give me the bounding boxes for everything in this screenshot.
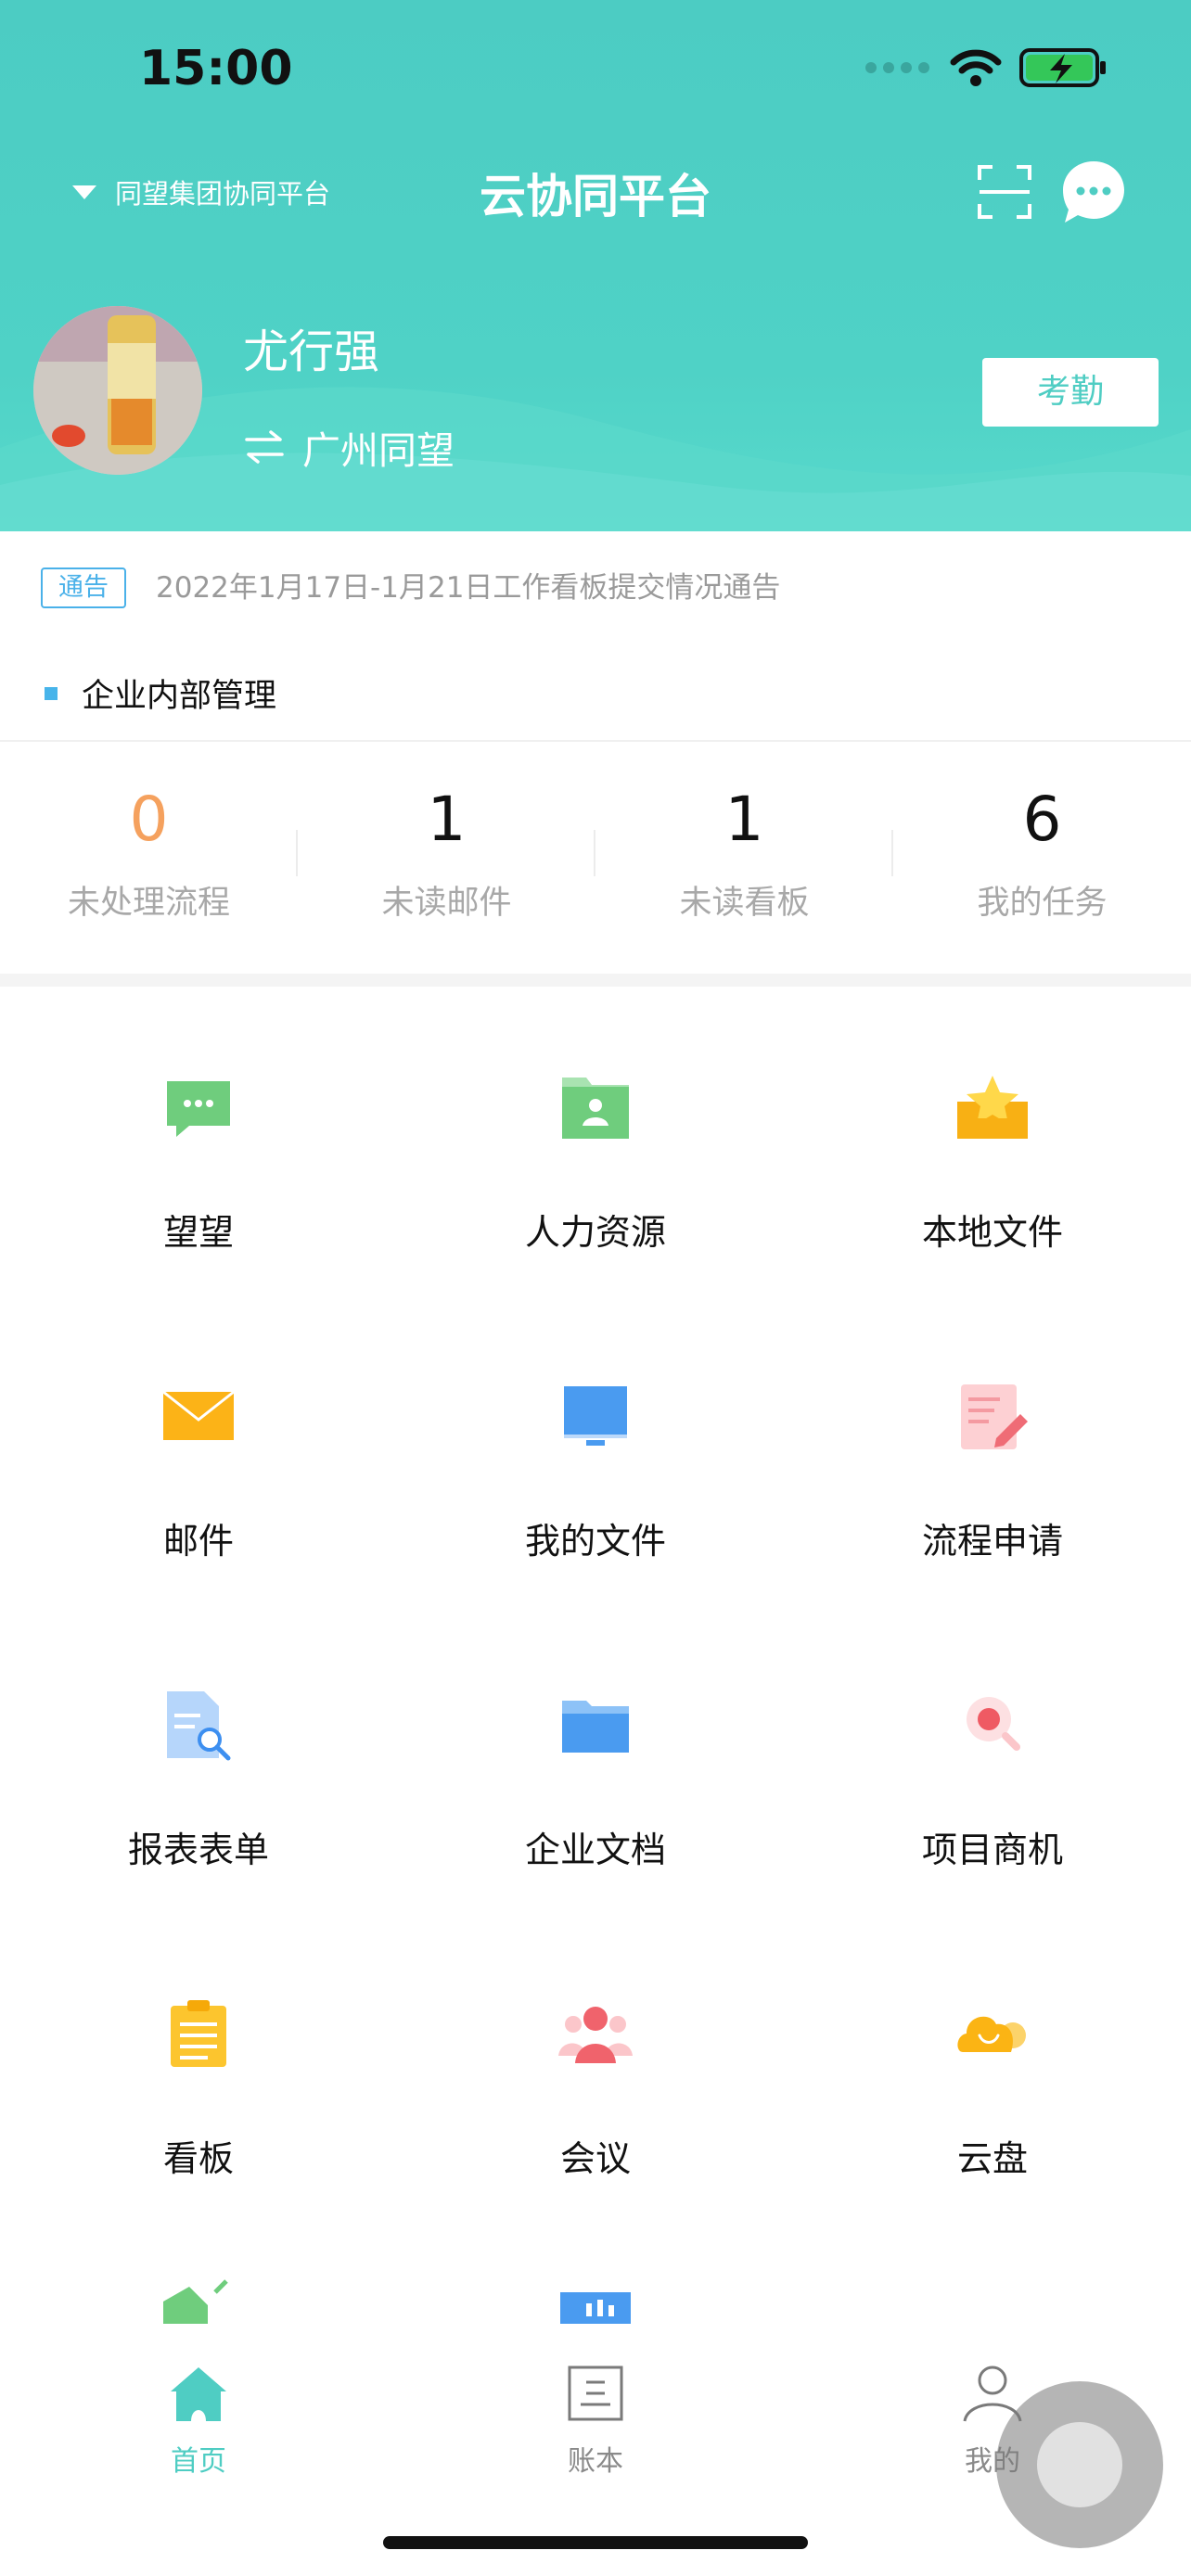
star-box-icon — [957, 1076, 1028, 1139]
app-label: 会议 — [559, 2138, 631, 2179]
company-name: 广州同望 — [302, 428, 455, 473]
app-wangwang[interactable]: 望望 — [0, 987, 397, 1293]
user-name: 尤行强 — [243, 325, 380, 378]
tab-label: 首页 — [171, 2445, 226, 2478]
app-label: 项目商机 — [921, 1830, 1063, 1870]
stat-value: 1 — [724, 784, 764, 855]
app-partial-middle[interactable] — [397, 2222, 794, 2342]
monitor-icon — [564, 1386, 627, 1446]
app-mail[interactable]: 邮件 — [0, 1295, 397, 1601]
folder-icon — [562, 1701, 629, 1753]
notice-text[interactable]: 2022年1月17日-1月21日工作看板提交情况通告 — [156, 567, 780, 608]
app-label: 流程申请 — [921, 1521, 1063, 1562]
app-process-apply[interactable]: 流程申请 — [794, 1295, 1191, 1601]
tab-home[interactable]: 首页 — [0, 2341, 397, 2490]
status-time: 15:00 — [139, 41, 293, 96]
app-label: 看板 — [162, 2138, 234, 2179]
status-icons — [865, 43, 1108, 93]
app-kanban[interactable]: 看板 — [0, 1913, 397, 2219]
stat-value: 0 — [129, 784, 169, 855]
home-indicator[interactable] — [383, 2536, 808, 2549]
app-enterprise-docs[interactable]: 企业文档 — [397, 1604, 794, 1910]
section-title: 企业内部管理 — [45, 670, 276, 717]
stat-label: 未读看板 — [679, 885, 810, 922]
app-hr[interactable]: 人力资源 — [397, 987, 794, 1293]
app-label: 人力资源 — [524, 1212, 666, 1253]
home-screen: 15:00 同望集团协同平台 云协同平台 尤行强 广州同望 考勤 通告 2022… — [0, 0, 1191, 2576]
stat-label: 未处理流程 — [67, 885, 230, 922]
header: 15:00 同望集团协同平台 云协同平台 尤行强 广州同望 考勤 — [0, 0, 1191, 531]
bar-chart-icon — [560, 2292, 631, 2324]
app-label: 邮件 — [162, 1521, 234, 1562]
stat-pending-flows[interactable]: 0 未处理流程 — [0, 742, 298, 974]
stats-row: 0 未处理流程 1 未读邮件 1 未读看板 6 我的任务 — [0, 742, 1191, 974]
app-my-files[interactable]: 我的文件 — [397, 1295, 794, 1601]
clipboard-icon — [171, 2000, 226, 2067]
battery-charging-icon — [1019, 48, 1106, 87]
stat-unread-mail[interactable]: 1 未读邮件 — [298, 742, 596, 974]
app-project-opportunity[interactable]: 项目商机 — [794, 1604, 1191, 1910]
stat-label: 未读邮件 — [381, 885, 512, 922]
app-partial-left[interactable] — [0, 2222, 397, 2342]
assistive-touch-inner — [1037, 2422, 1122, 2507]
assistive-touch-button[interactable] — [996, 2381, 1163, 2548]
section-marker — [45, 686, 58, 700]
notice-tag: 通告 — [41, 567, 126, 608]
app-reports[interactable]: 报表表单 — [0, 1604, 397, 1910]
app-label: 报表表单 — [127, 1830, 269, 1870]
cellular-signal-icon — [865, 62, 929, 73]
stat-label: 我的任务 — [977, 885, 1108, 922]
app-label: 望望 — [162, 1212, 234, 1253]
company-switcher[interactable]: 广州同望 — [243, 419, 455, 475]
app-meeting[interactable]: 会议 — [397, 1913, 794, 2219]
section-title-label: 企业内部管理 — [82, 678, 277, 715]
avatar[interactable] — [33, 306, 202, 475]
scan-icon[interactable] — [978, 165, 1031, 219]
stat-value: 1 — [427, 784, 467, 855]
stat-value: 6 — [1022, 784, 1062, 855]
message-icon[interactable] — [1059, 158, 1128, 226]
attendance-button[interactable]: 考勤 — [982, 358, 1159, 427]
hr-folder-icon — [562, 1078, 629, 1139]
app-label: 云盘 — [956, 2138, 1028, 2179]
tab-ledger[interactable]: 账本 — [397, 2341, 794, 2490]
home-icon — [171, 2367, 226, 2421]
section-gap — [0, 974, 1191, 987]
chat-bubble-icon — [167, 1081, 230, 1137]
ledger-icon — [568, 2366, 623, 2421]
wifi-icon — [950, 49, 1002, 86]
chart-up-icon — [163, 2279, 228, 2324]
avatar-photo — [33, 306, 202, 475]
stat-unread-boards[interactable]: 1 未读看板 — [596, 742, 893, 974]
magnifier-icon — [967, 1697, 1020, 1751]
cloud-icon — [957, 2016, 1026, 2052]
app-local-files[interactable]: 本地文件 — [794, 987, 1191, 1293]
form-edit-icon — [961, 1384, 1028, 1449]
app-label: 企业文档 — [524, 1830, 666, 1870]
switch-arrows-icon — [245, 430, 284, 464]
app-label: 本地文件 — [921, 1212, 1063, 1253]
app-cloud-disk[interactable]: 云盘 — [794, 1913, 1191, 2219]
report-search-icon — [167, 1691, 231, 1761]
meeting-people-icon — [558, 2007, 633, 2063]
tab-label: 账本 — [568, 2445, 623, 2478]
envelope-icon — [162, 1390, 235, 1440]
stat-my-tasks[interactable]: 6 我的任务 — [893, 742, 1191, 974]
app-label: 我的文件 — [524, 1521, 666, 1562]
